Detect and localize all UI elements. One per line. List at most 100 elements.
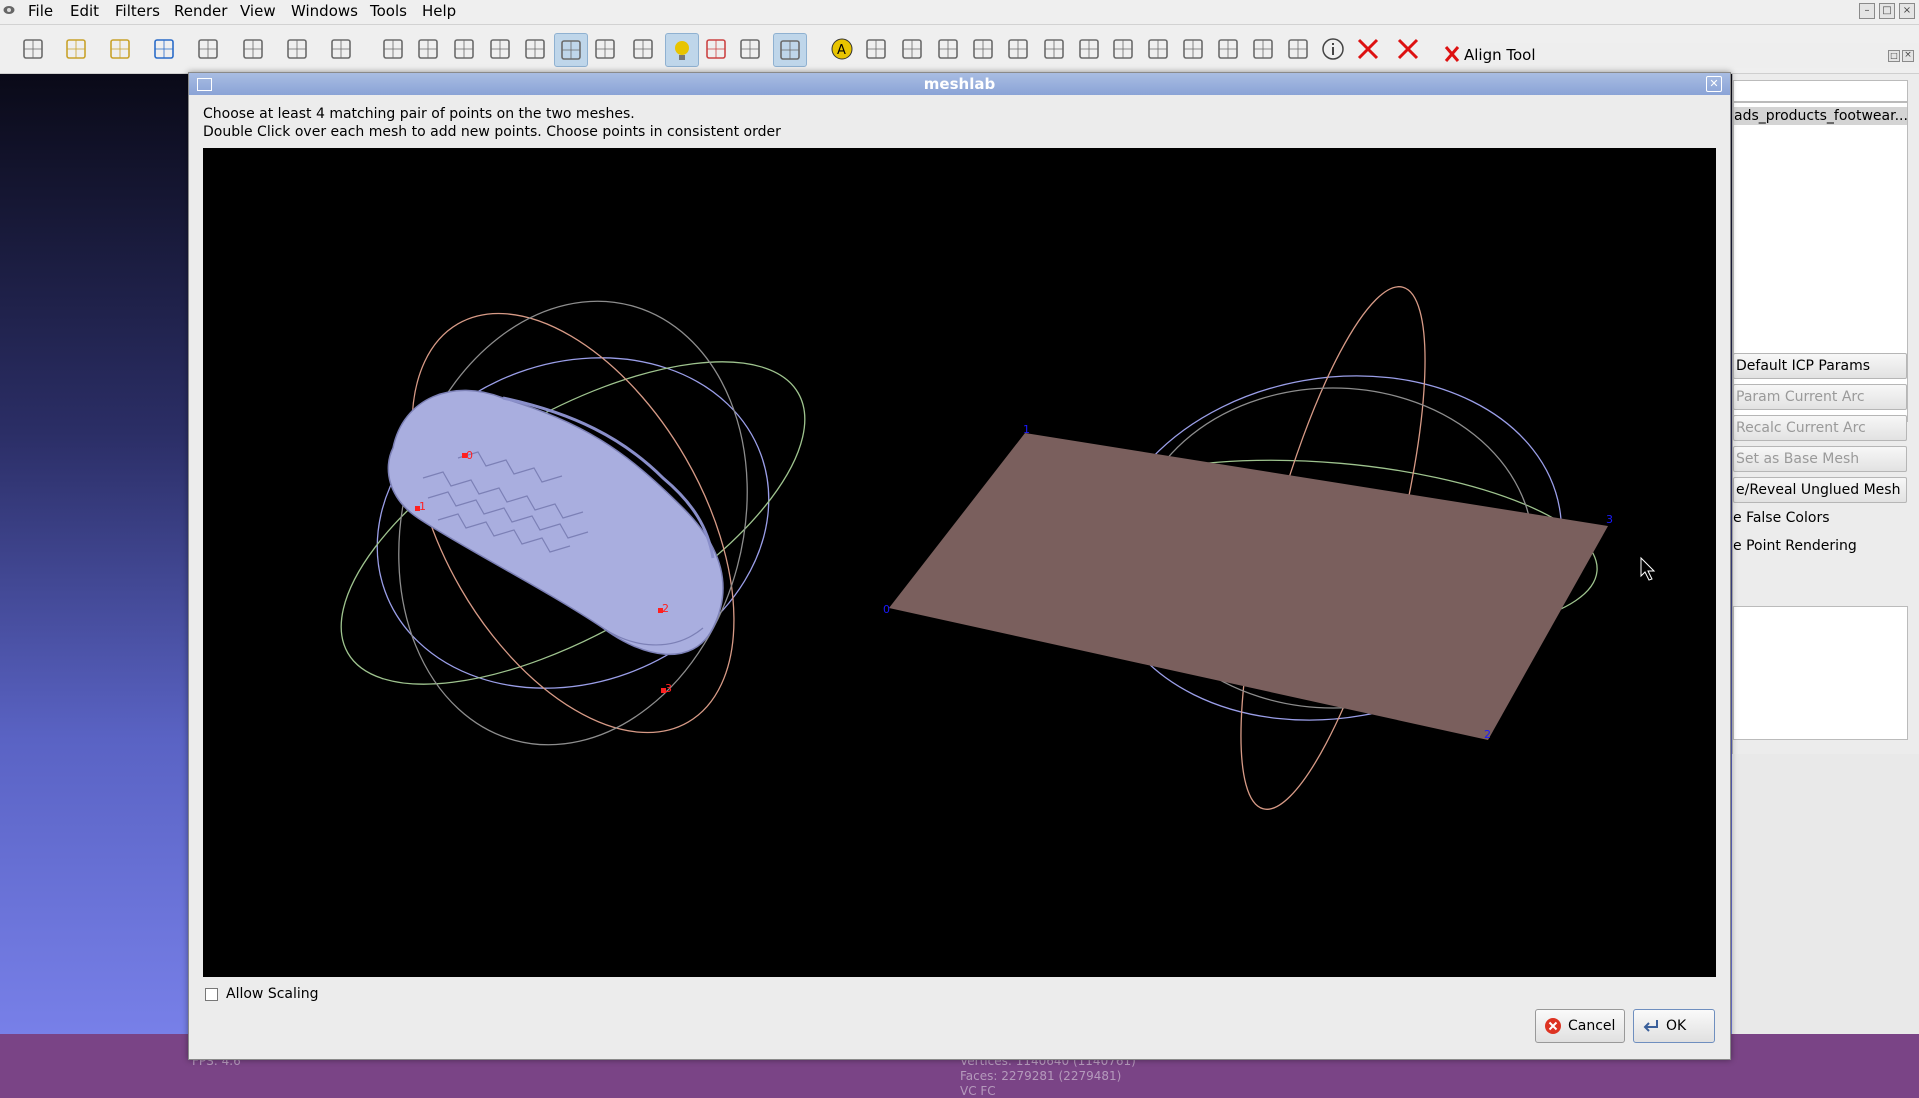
menu-view[interactable]: View bbox=[240, 2, 276, 20]
annotation-button[interactable]: A bbox=[826, 33, 858, 65]
select-vertices-button[interactable] bbox=[1073, 33, 1105, 65]
menu-help[interactable]: Help bbox=[422, 2, 456, 20]
cancel-label: Cancel bbox=[1568, 1018, 1616, 1034]
save-icon bbox=[198, 39, 218, 59]
points-icon bbox=[418, 39, 438, 59]
color-icon bbox=[706, 39, 726, 59]
ok-button[interactable]: OK bbox=[1633, 1009, 1715, 1043]
set-base-mesh-button[interactable]: Set as Base Mesh bbox=[1733, 446, 1907, 472]
menu-file[interactable]: File bbox=[28, 2, 53, 20]
close-dock-button[interactable]: × bbox=[1902, 50, 1914, 62]
flat-icon bbox=[561, 40, 581, 60]
param-current-arc-button[interactable]: Param Current Arc bbox=[1733, 384, 1907, 410]
right-point-2: 2 bbox=[1484, 728, 1491, 741]
false-colors-toggle[interactable]: e False Colors bbox=[1733, 510, 1830, 526]
select-vertices-icon bbox=[1079, 39, 1099, 59]
info-icon bbox=[1322, 38, 1344, 60]
left-point-3: 3 bbox=[665, 682, 672, 695]
flat-lines-button[interactable] bbox=[519, 33, 551, 65]
shoe-mesh[interactable] bbox=[387, 389, 724, 656]
wireframe-button[interactable] bbox=[448, 33, 480, 65]
menu-filters[interactable]: Filters bbox=[115, 2, 160, 20]
allow-scaling-checkbox[interactable]: Allow Scaling bbox=[205, 986, 319, 1002]
texture-paint-icon bbox=[1044, 39, 1064, 59]
measure-icon bbox=[866, 39, 886, 59]
texture-button[interactable] bbox=[627, 33, 659, 65]
trackball-button[interactable] bbox=[773, 33, 807, 67]
double-side-button[interactable] bbox=[734, 33, 766, 65]
faces-readout: Faces: 2279281 (2279481) bbox=[960, 1069, 1122, 1083]
delete-selected-button[interactable] bbox=[1392, 33, 1424, 65]
mesh-tree-item[interactable]: ads_products_footwear... bbox=[1734, 107, 1907, 125]
raster-icon bbox=[1288, 39, 1308, 59]
recalc-current-arc-button[interactable]: Recalc Current Arc bbox=[1733, 415, 1907, 441]
new-document-button[interactable] bbox=[17, 33, 49, 65]
align-tool-titlebar: Align Tool □ × bbox=[1444, 43, 1919, 68]
hide-reveal-unglued-button[interactable]: e/Reveal Unglued Mesh bbox=[1733, 477, 1907, 503]
left-point-0: 0 bbox=[466, 449, 473, 462]
globe-icon bbox=[331, 39, 351, 59]
menubar: File Edit Filters Render View Windows To… bbox=[0, 0, 1919, 25]
dialog-close-button[interactable]: ✕ bbox=[1706, 76, 1722, 92]
smooth-button[interactable] bbox=[589, 33, 621, 65]
flat-button[interactable] bbox=[554, 33, 588, 67]
hidden-lines-button[interactable] bbox=[484, 33, 516, 65]
select-faces-button[interactable] bbox=[1107, 33, 1139, 65]
paint-icon bbox=[973, 39, 993, 59]
minimize-window-button[interactable]: – bbox=[1859, 3, 1875, 19]
float-dock-button[interactable]: □ bbox=[1888, 50, 1900, 62]
light-button[interactable] bbox=[665, 33, 699, 67]
select-region-button[interactable] bbox=[1177, 33, 1209, 65]
double-side-icon bbox=[740, 39, 760, 59]
info-button[interactable] bbox=[1317, 33, 1349, 65]
light-icon bbox=[675, 41, 689, 60]
close-window-button[interactable]: × bbox=[1899, 3, 1915, 19]
measure-button[interactable] bbox=[860, 33, 892, 65]
open-project-button[interactable] bbox=[104, 33, 136, 65]
texture-paint-button[interactable] bbox=[1038, 33, 1070, 65]
menu-edit[interactable]: Edit bbox=[70, 2, 99, 20]
select-region-icon bbox=[1183, 39, 1203, 59]
menu-render[interactable]: Render bbox=[174, 2, 227, 20]
save-button[interactable] bbox=[192, 33, 224, 65]
window-menu-icon[interactable] bbox=[197, 78, 212, 91]
axes-button[interactable] bbox=[932, 33, 964, 65]
menu-tools[interactable]: Tools bbox=[370, 2, 407, 20]
snapshot-icon bbox=[243, 39, 263, 59]
point-picking-dialog: meshlab ✕ Choose at least 4 matching pai… bbox=[188, 72, 1731, 1060]
open-folder-button[interactable] bbox=[60, 33, 92, 65]
layers-button[interactable] bbox=[281, 33, 313, 65]
bounding-box-button[interactable] bbox=[377, 33, 409, 65]
delete-selected-icon bbox=[1397, 38, 1419, 60]
points-button[interactable] bbox=[412, 33, 444, 65]
annotation-icon: A bbox=[831, 38, 853, 60]
reload-button[interactable] bbox=[148, 33, 180, 65]
default-icp-params-button[interactable]: Default ICP Params bbox=[1733, 353, 1907, 379]
sphere-icon bbox=[902, 39, 922, 59]
point-rendering-toggle[interactable]: e Point Rendering bbox=[1733, 538, 1857, 554]
open-folder-icon bbox=[66, 39, 86, 59]
color-button[interactable] bbox=[700, 33, 732, 65]
quality-mapper-button[interactable] bbox=[1247, 33, 1279, 65]
left-point-2: 2 bbox=[662, 602, 669, 615]
paint-button[interactable] bbox=[967, 33, 999, 65]
select-connected-button[interactable] bbox=[1142, 33, 1174, 65]
plane-mesh[interactable] bbox=[889, 433, 1608, 740]
meshes-viewport[interactable]: 0 1 2 3 0 1 2 3 bbox=[203, 148, 1716, 977]
point-picking-canvas[interactable]: 0 1 2 3 0 1 2 3 bbox=[203, 148, 1716, 977]
align-icon bbox=[1218, 39, 1238, 59]
align-button[interactable] bbox=[1212, 33, 1244, 65]
instruction-line-2: Double Click over each mesh to add new p… bbox=[203, 124, 781, 140]
maximize-window-button[interactable]: □ bbox=[1879, 3, 1895, 19]
cancel-button[interactable]: Cancel bbox=[1535, 1009, 1625, 1043]
snapshot-button[interactable] bbox=[237, 33, 269, 65]
layers-icon bbox=[287, 39, 307, 59]
allow-scaling-box[interactable] bbox=[205, 987, 218, 1001]
brush-button[interactable] bbox=[1002, 33, 1034, 65]
raster-button[interactable] bbox=[1282, 33, 1314, 65]
delete-layer-button[interactable] bbox=[1352, 33, 1384, 65]
menu-windows[interactable]: Windows bbox=[291, 2, 358, 20]
trackball-icon bbox=[780, 40, 800, 60]
sphere-button[interactable] bbox=[896, 33, 928, 65]
globe-button[interactable] bbox=[325, 33, 357, 65]
